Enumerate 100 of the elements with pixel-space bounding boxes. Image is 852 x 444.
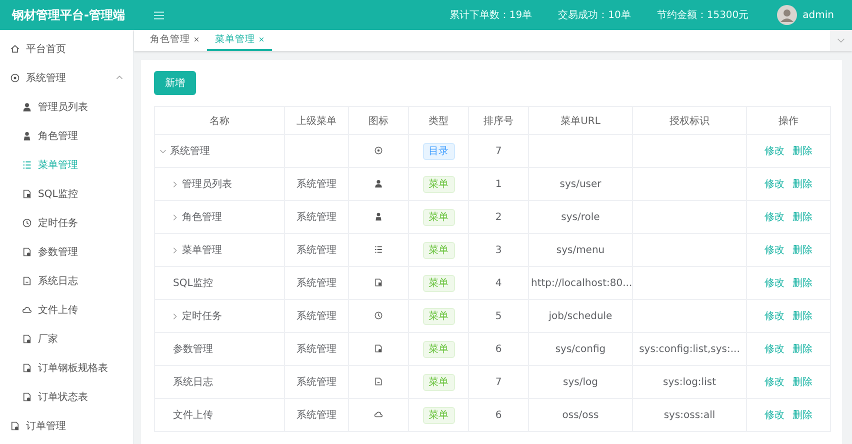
document-icon [22,188,32,198]
user-icon [22,102,32,112]
file-icon [22,276,32,286]
delete-link[interactable]: 删除 [792,276,812,290]
delete-link[interactable]: 删除 [792,243,812,257]
sidebar-item[interactable]: 定时任务 [0,208,133,237]
menu-name: 管理员列表 [182,178,232,191]
edit-link[interactable]: 修改 [764,144,784,158]
menu-name: 角色管理 [182,211,222,224]
parent-menu: 系统管理 [296,311,336,322]
column-header: 名称 [210,116,230,126]
edit-link[interactable]: 修改 [764,276,784,290]
delete-link[interactable]: 删除 [792,210,812,224]
sidebar-item[interactable]: 厂家 [0,324,133,353]
menu-name: 定时任务 [182,310,222,323]
document-gear-icon [10,420,20,430]
app-title: 钢材管理平台-管理端 [12,6,126,24]
edit-link[interactable]: 修改 [764,243,784,257]
sidebar-item[interactable]: 订单状态表 [0,382,133,411]
edit-link[interactable]: 修改 [764,177,784,191]
file-icon [374,377,383,386]
parent-menu: 系统管理 [296,377,336,388]
column-header: 操作 [778,116,798,126]
sort-order: 4 [495,278,502,288]
caret-icon[interactable] [116,75,123,80]
type-tag: 目录 [422,143,454,160]
type-tag: 菜单 [422,209,454,226]
list-icon [374,245,383,254]
document-gear-icon [22,362,32,372]
close-icon[interactable] [194,37,199,42]
menu-url: sys/log [563,376,598,388]
document-gear-icon [374,344,383,354]
sidebar-item[interactable]: 订单钢板规格表 [0,353,133,382]
sort-order: 7 [495,146,502,156]
avatar[interactable] [776,5,797,25]
sort-order: 6 [495,410,502,420]
delete-link[interactable]: 删除 [792,309,812,323]
tab[interactable]: 菜单管理 [207,30,272,51]
menu-url: job/schedule [548,310,612,322]
type-tag: 菜单 [422,407,454,424]
sidebar-item[interactable]: 文件上传 [0,295,133,324]
column-header: 菜单URL [560,116,600,126]
close-icon[interactable] [259,37,264,42]
sidebar-item[interactable]: 系统管理 [0,63,133,92]
sidebar-item[interactable]: 订单管理 [0,411,133,440]
menu-url: http://localhost:80... [531,278,632,288]
delete-link[interactable]: 删除 [792,408,812,422]
edit-link[interactable]: 修改 [764,210,784,224]
username[interactable]: admin [802,10,834,20]
delete-link[interactable]: 删除 [792,177,812,191]
sidebar-item[interactable]: 系统日志 [0,266,133,295]
menu-icon[interactable] [154,10,164,20]
sort-order: 2 [495,212,502,222]
stat-text: 节约金额：15300元 [656,8,749,22]
menu-name: 系统管理 [170,144,210,158]
type-tag: 菜单 [422,308,454,325]
stat-text: 交易成功：10单 [558,8,631,22]
type-tag: 菜单 [422,275,454,292]
type-tag: 菜单 [422,176,454,193]
menu-url: oss/oss [562,410,599,420]
document-gear-icon [22,392,32,402]
list-icon [22,160,32,170]
add-button[interactable]: 新增 [154,71,196,95]
delete-link[interactable]: 删除 [792,144,812,158]
sort-order: 1 [495,178,502,190]
edit-link[interactable]: 修改 [764,342,784,356]
delete-link[interactable]: 删除 [792,375,812,389]
type-tag: 菜单 [422,242,454,259]
column-header: 类型 [428,116,448,126]
sidebar-item[interactable]: 参数管理 [0,237,133,266]
tab[interactable]: 角色管理 [142,30,207,51]
clock-icon [22,218,32,228]
edit-link[interactable]: 修改 [764,408,784,422]
sidebar-item[interactable]: 菜单管理 [0,150,133,179]
parent-menu: 系统管理 [296,410,336,421]
sidebar-item[interactable]: SQL监控 [0,179,133,208]
delete-link[interactable]: 删除 [792,342,812,356]
parent-menu: 系统管理 [296,212,336,223]
menu-name: 参数管理 [173,342,213,356]
sidebar-item[interactable]: 平台首页 [0,34,133,63]
sort-order: 7 [495,376,502,388]
person-icon [22,130,32,140]
sidebar-item[interactable]: 角色管理 [0,121,133,150]
edit-link[interactable]: 修改 [764,375,784,389]
document-icon [374,278,383,288]
column-header: 图标 [368,116,388,126]
column-header: 排序号 [484,116,514,126]
document-gear-icon [22,246,32,256]
sidebar-item[interactable]: 管理员列表 [0,92,133,121]
cloud-icon [374,410,383,420]
type-tag: 菜单 [422,374,454,391]
permission: sys:oss:all [664,410,716,420]
cloud-icon [22,304,32,314]
sort-order: 5 [495,310,502,322]
menu-url: sys/config [555,344,606,354]
stat-text: 累计下单数：19单 [449,8,532,22]
edit-link[interactable]: 修改 [764,309,784,323]
menu-name: SQL监控 [173,277,213,290]
sort-order: 6 [495,344,502,354]
target-icon [374,146,383,156]
